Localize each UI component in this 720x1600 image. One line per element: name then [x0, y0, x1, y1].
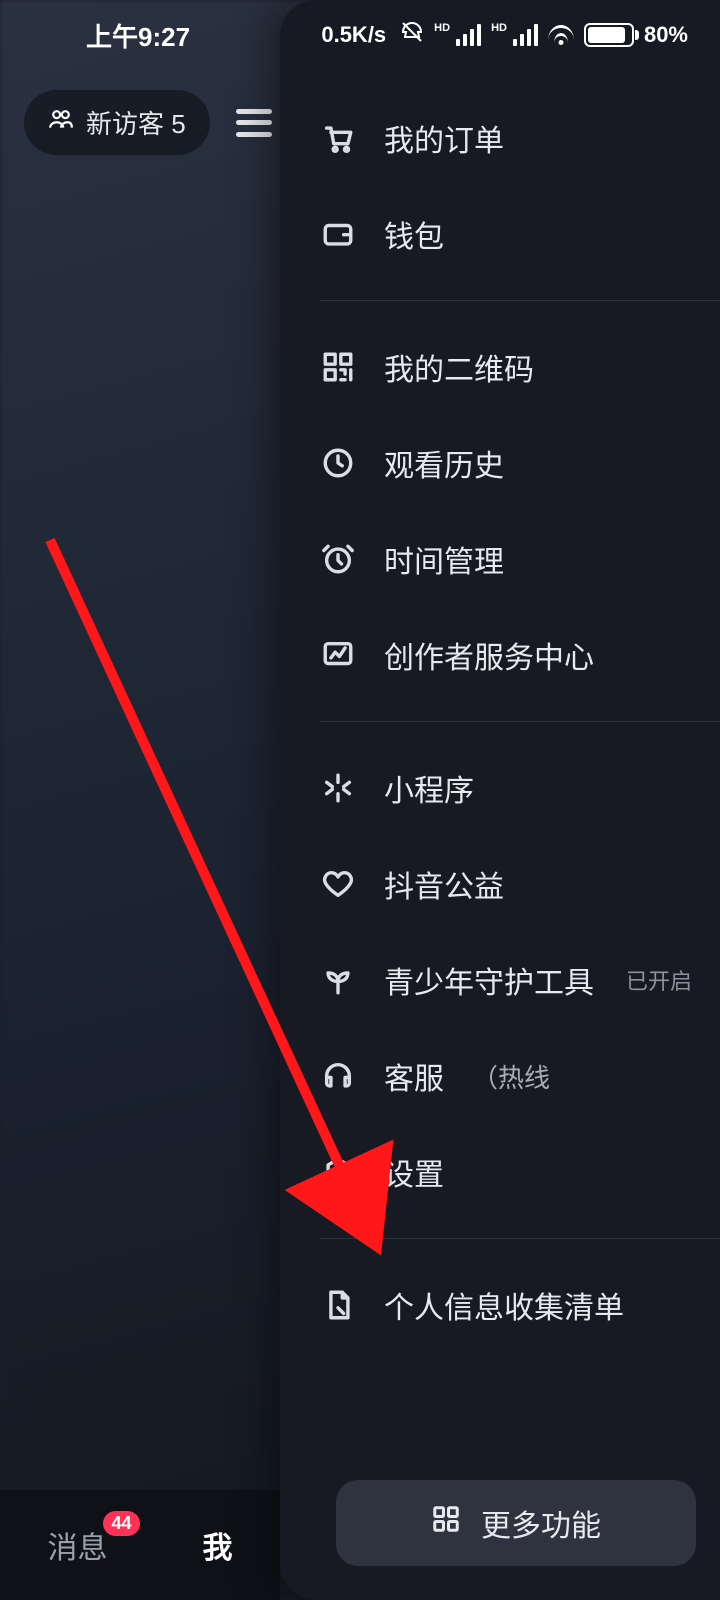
cart-icon [320, 120, 356, 156]
side-drawer: 我的订单 钱包 我的二维码 观看历史 时间管理 创作者服务中心 小程序 [280, 0, 720, 1600]
visitor-label: 新访客 5 [86, 104, 186, 141]
hd-tag-2: HD [491, 22, 507, 34]
grid-icon [431, 1504, 461, 1542]
status-right: 0.5K/s HD HD 80% [321, 20, 688, 50]
menu-miniapp[interactable]: 小程序 [280, 740, 720, 836]
messages-badge: 44 [103, 1511, 139, 1536]
youth-status-tag: 已开启 [626, 964, 692, 996]
menu-label: 个人信息收集清单 [384, 1283, 624, 1327]
network-speed: 0.5K/s [321, 22, 386, 48]
menu-label: 创作者服务中心 [384, 633, 594, 677]
alarm-icon [320, 541, 356, 577]
gear-icon [320, 1154, 356, 1190]
more-functions-button[interactable]: 更多功能 [336, 1480, 696, 1566]
sprout-icon [320, 962, 356, 998]
menu-time-management[interactable]: 时间管理 [280, 511, 720, 607]
clock-icon [320, 445, 356, 481]
menu-orders[interactable]: 我的订单 [280, 90, 720, 186]
divider [320, 300, 720, 301]
wifi-icon [548, 25, 574, 45]
document-icon [320, 1287, 356, 1323]
status-bar: 上午9:27 0.5K/s HD HD 80% [0, 0, 720, 70]
profile-left-column: 新访客 5 消息 44 我 [0, 0, 280, 1600]
menu-qrcode[interactable]: 我的二维码 [280, 319, 720, 415]
menu-label: 抖音公益 [384, 862, 504, 906]
spark-icon [320, 770, 356, 806]
heart-icon [320, 866, 356, 902]
menu-wallet[interactable]: 钱包 [280, 186, 720, 282]
menu-charity[interactable]: 抖音公益 [280, 836, 720, 932]
bottom-tab-bar: 消息 44 我 [0, 1490, 280, 1600]
menu-label: 客服 [384, 1054, 444, 1098]
menu-support[interactable]: 客服 （热线 [280, 1028, 720, 1124]
mute-icon [400, 20, 424, 50]
menu-youth-guard[interactable]: 青少年守护工具 已开启 [280, 932, 720, 1028]
menu-label: 钱包 [384, 212, 444, 256]
menu-settings[interactable]: 设置 [280, 1124, 720, 1220]
menu-history[interactable]: 观看历史 [280, 415, 720, 511]
visitor-pill[interactable]: 新访客 5 [24, 90, 210, 155]
divider [320, 1238, 720, 1239]
menu-label: 我的二维码 [384, 345, 534, 389]
tab-me[interactable]: 我 [203, 1523, 233, 1567]
wallet-icon [320, 216, 356, 252]
qrcode-icon [320, 349, 356, 385]
menu-label: 设置 [384, 1150, 444, 1194]
menu-privacy-list[interactable]: 个人信息收集清单 [280, 1257, 720, 1353]
support-sub: （热线 [472, 1058, 550, 1095]
battery-percent: 80% [644, 22, 688, 48]
menu-label: 青少年守护工具 [384, 958, 594, 1002]
hd-tag-1: HD [434, 22, 450, 34]
status-time: 上午9:27 [86, 17, 190, 54]
menu-label: 我的订单 [384, 116, 504, 160]
chart-icon [320, 637, 356, 673]
more-functions-label: 更多功能 [481, 1501, 601, 1545]
tab-messages[interactable]: 消息 44 [48, 1523, 108, 1567]
menu-creator-center[interactable]: 创作者服务中心 [280, 607, 720, 703]
people-icon [48, 106, 74, 139]
signal-bars-1 [456, 24, 481, 46]
menu-icon[interactable] [236, 109, 272, 137]
menu-label: 小程序 [384, 766, 474, 810]
menu-label: 时间管理 [384, 537, 504, 581]
divider [320, 721, 720, 722]
headset-icon [320, 1058, 356, 1094]
battery-icon [584, 23, 634, 47]
signal-bars-2 [513, 24, 538, 46]
menu-label: 观看历史 [384, 441, 504, 485]
